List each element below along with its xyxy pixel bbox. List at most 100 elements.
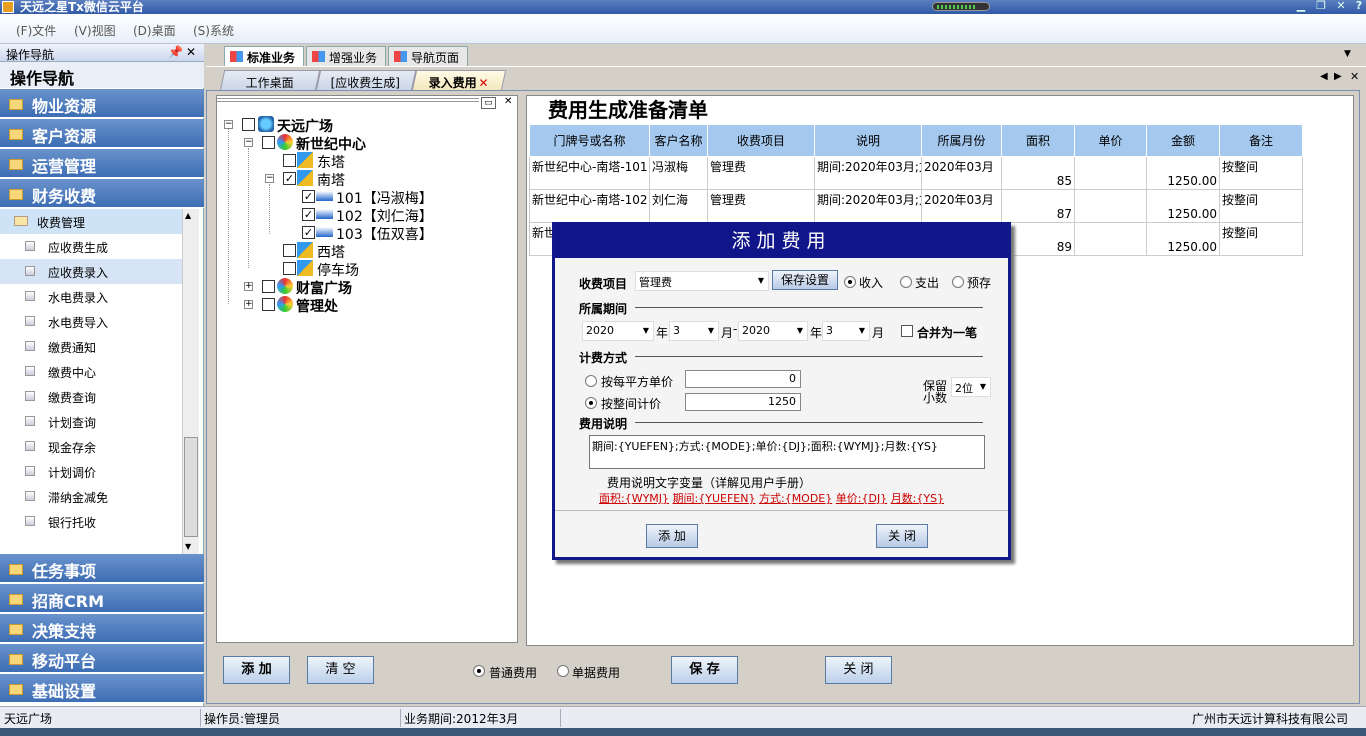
tree-checkbox[interactable] bbox=[242, 118, 255, 131]
by-room-radio[interactable] bbox=[585, 397, 597, 409]
tree-checkbox[interactable] bbox=[283, 244, 296, 257]
col-header[interactable]: 单价 bbox=[1074, 124, 1147, 157]
help-icon[interactable]: ? bbox=[1350, 0, 1366, 13]
menu-file[interactable]: (F)文件 bbox=[16, 22, 56, 39]
nav-category-decision[interactable]: 决策支持 bbox=[0, 614, 204, 643]
tree-checkbox[interactable]: ✓ bbox=[302, 208, 315, 221]
tree-checkbox[interactable] bbox=[283, 262, 296, 275]
dialog-close-button[interactable]: 关 闭 bbox=[876, 524, 928, 548]
room-price-input[interactable]: 1250 bbox=[685, 393, 801, 411]
sub-item[interactable]: 计划调价 bbox=[0, 459, 182, 484]
end-year-select[interactable]: 2020 bbox=[738, 321, 808, 341]
sub-item[interactable]: 应收费生成 bbox=[0, 234, 182, 259]
start-year-select[interactable]: 2020 bbox=[582, 321, 654, 341]
var-item[interactable]: 方式:{MODE} bbox=[759, 492, 832, 505]
end-month-select[interactable]: 3 bbox=[822, 321, 870, 341]
col-header[interactable]: 金额 bbox=[1146, 124, 1220, 157]
tab-enhanced[interactable]: 增强业务 bbox=[306, 46, 386, 66]
pin-icon[interactable]: 📌 bbox=[168, 45, 183, 59]
col-header[interactable]: 收费项目 bbox=[707, 124, 815, 157]
sqm-price-input[interactable]: 0 bbox=[685, 370, 801, 388]
tree-checkbox[interactable] bbox=[262, 280, 275, 293]
var-item[interactable]: 单价:{DJ} bbox=[836, 492, 887, 505]
minimize-icon[interactable]: ▁ bbox=[1292, 0, 1310, 13]
close-icon[interactable]: ✕ bbox=[1332, 0, 1350, 13]
menu-system[interactable]: (S)系统 bbox=[193, 22, 234, 39]
add-button[interactable]: 添 加 bbox=[223, 656, 290, 684]
tab-menu-icon[interactable]: ▼ bbox=[1344, 49, 1351, 59]
tab-desktop[interactable]: 工作桌面 bbox=[219, 70, 321, 91]
tab-prev-icon[interactable]: ◀ bbox=[1320, 71, 1328, 82]
tab-fee-generate[interactable]: [应收费生成] bbox=[315, 70, 417, 91]
close-button[interactable]: 关 闭 bbox=[825, 656, 892, 684]
sub-header-fee-management[interactable]: 收费管理 bbox=[0, 209, 182, 234]
dialog-add-button[interactable]: 添 加 bbox=[646, 524, 698, 548]
tree-checkbox[interactable] bbox=[283, 154, 296, 167]
nav-category-mobile[interactable]: 移动平台 bbox=[0, 644, 204, 673]
tab-next-icon[interactable]: ▶ bbox=[1334, 71, 1342, 82]
by-sqm-radio[interactable] bbox=[585, 375, 597, 387]
save-button[interactable]: 保 存 bbox=[671, 656, 738, 684]
scroll-thumb[interactable] bbox=[184, 437, 198, 537]
restore-panel-icon[interactable]: ▭ bbox=[481, 97, 496, 109]
nav-category-crm[interactable]: 招商CRM bbox=[0, 584, 204, 613]
restore-icon[interactable]: ❐ bbox=[1312, 0, 1330, 13]
col-header[interactable]: 面积 bbox=[1001, 124, 1075, 157]
nav-category-property[interactable]: 物业资源 bbox=[0, 89, 204, 118]
col-header[interactable]: 门牌号或名称 bbox=[529, 124, 650, 157]
var-item[interactable]: 期间:{YUEFEN} bbox=[673, 492, 756, 505]
tab-navigation[interactable]: 导航页面 bbox=[388, 46, 468, 66]
start-month-select[interactable]: 3 bbox=[669, 321, 719, 341]
expand-icon[interactable]: + bbox=[244, 282, 253, 291]
tree-checkbox[interactable]: ✓ bbox=[302, 226, 315, 239]
income-radio[interactable] bbox=[844, 276, 856, 288]
menu-desktop[interactable]: (D)桌面 bbox=[133, 22, 176, 39]
nav-category-tasks[interactable]: 任务事项 bbox=[0, 554, 204, 583]
expand-icon[interactable]: + bbox=[244, 300, 253, 309]
voucher-fee-radio[interactable] bbox=[557, 665, 569, 677]
merge-checkbox[interactable] bbox=[901, 325, 913, 337]
prepay-radio[interactable] bbox=[952, 276, 964, 288]
nav-category-customer[interactable]: 客户资源 bbox=[0, 119, 204, 148]
table-row[interactable]: 新世纪中心-南塔-101 冯淑梅 管理费 期间:2020年03月;方 2020年… bbox=[529, 156, 1303, 190]
var-item[interactable]: 面积:{WYMJ} bbox=[599, 492, 669, 505]
tree-checkbox[interactable] bbox=[262, 298, 275, 311]
tree-checkbox[interactable]: ✓ bbox=[283, 172, 296, 185]
tab-close-icon[interactable]: ✕ bbox=[1350, 70, 1359, 83]
sub-item[interactable]: 银行托收 bbox=[0, 509, 182, 534]
close-tab-icon[interactable]: ✕ bbox=[478, 76, 488, 90]
sub-list-scrollbar[interactable]: ▲ ▼ bbox=[182, 209, 199, 554]
close-panel-icon[interactable]: ✕ bbox=[504, 96, 512, 107]
normal-fee-radio[interactable] bbox=[473, 665, 485, 677]
clear-button[interactable]: 清 空 bbox=[307, 656, 374, 684]
tab-standard[interactable]: 标准业务 bbox=[224, 46, 304, 66]
menu-view[interactable]: (V)视图 bbox=[74, 22, 116, 39]
sub-item[interactable]: 现金存余 bbox=[0, 434, 182, 459]
scroll-up-icon[interactable]: ▲ bbox=[185, 211, 191, 220]
var-item[interactable]: 月数:{YS} bbox=[891, 492, 944, 505]
sub-item[interactable]: 缴费查询 bbox=[0, 384, 182, 409]
sub-item[interactable]: 水电费录入 bbox=[0, 284, 182, 309]
sub-item[interactable]: 缴费通知 bbox=[0, 334, 182, 359]
col-header[interactable]: 客户名称 bbox=[649, 124, 708, 157]
collapse-icon[interactable]: − bbox=[224, 120, 233, 129]
sub-item[interactable]: 计划查询 bbox=[0, 409, 182, 434]
col-header[interactable]: 所属月份 bbox=[921, 124, 1002, 157]
fee-item-select[interactable]: 管理费 bbox=[635, 271, 769, 291]
nav-category-settings[interactable]: 基础设置 bbox=[0, 674, 204, 703]
sub-item[interactable]: 滞纳金减免 bbox=[0, 484, 182, 509]
save-setting-button[interactable]: 保存设置 bbox=[772, 270, 838, 290]
expense-radio[interactable] bbox=[900, 276, 912, 288]
col-header[interactable]: 说明 bbox=[814, 124, 922, 157]
nav-category-operations[interactable]: 运营管理 bbox=[0, 149, 204, 178]
tree-checkbox[interactable]: ✓ bbox=[302, 190, 315, 203]
table-row[interactable]: 新世纪中心-南塔-102 刘仁海 管理费 期间:2020年03月;方 2020年… bbox=[529, 189, 1303, 223]
tab-enter-fee[interactable]: 录入费用 ✕ bbox=[411, 70, 507, 91]
nav-category-finance[interactable]: 财务收费 bbox=[0, 179, 204, 208]
tree-checkbox[interactable] bbox=[262, 136, 275, 149]
scroll-down-icon[interactable]: ▼ bbox=[185, 542, 191, 551]
sub-item[interactable]: 缴费中心 bbox=[0, 359, 182, 384]
sub-item[interactable]: 水电费导入 bbox=[0, 309, 182, 334]
col-header[interactable]: 备注 bbox=[1219, 124, 1303, 157]
collapse-icon[interactable]: − bbox=[265, 174, 274, 183]
